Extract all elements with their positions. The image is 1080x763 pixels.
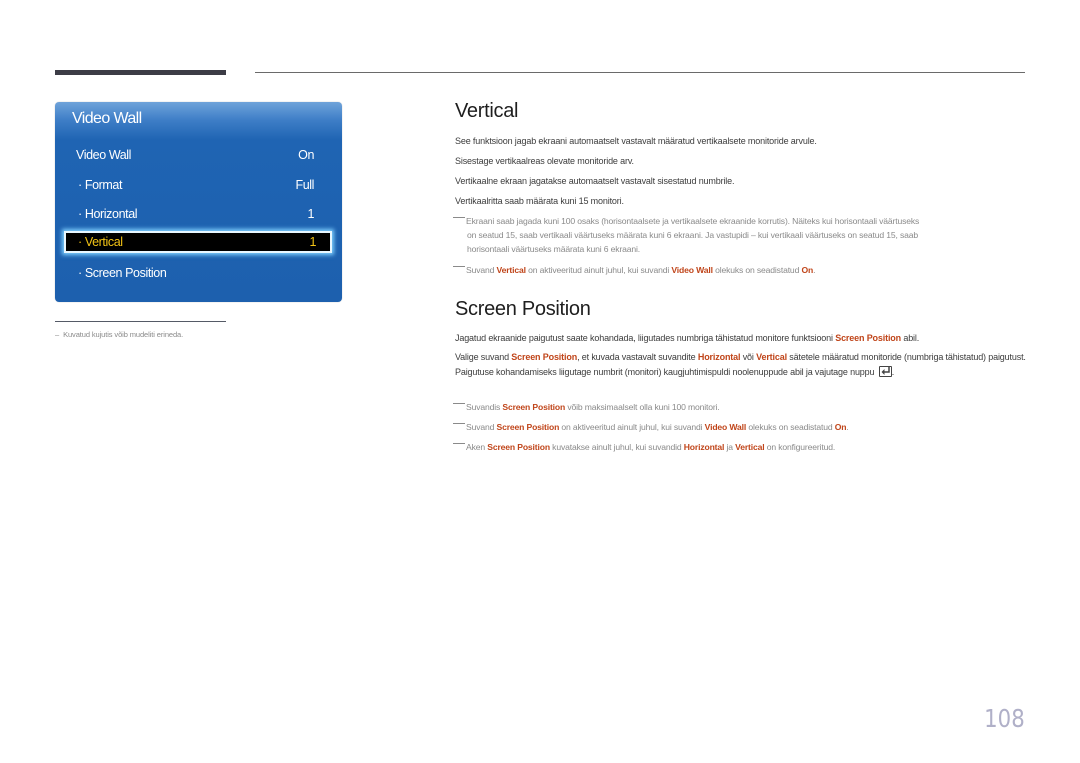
note-text: Ekraani saab jagada kuni 100 osaks (hori…: [466, 216, 920, 226]
highlight-term: On: [834, 422, 847, 432]
text: , et kuvada vastavalt suvandite: [577, 352, 698, 362]
highlight-term: Screen Position: [487, 442, 550, 452]
section-heading-screen-position: Screen Position: [455, 298, 591, 320]
osd-item-label: Vertical: [76, 235, 123, 249]
note-text: .: [813, 265, 816, 275]
highlight-term: Screen Position: [835, 333, 901, 343]
note-dash-icon: [453, 217, 465, 218]
osd-item-video-wall: Video Wall On: [76, 145, 316, 165]
video-wall-osd-menu: Video Wall Video Wall On Format Full Hor…: [55, 102, 342, 302]
note-text: olekuks on seadistatud: [712, 265, 802, 275]
note-text: Suvandis: [466, 402, 503, 412]
paragraph: Vertikaalritta saab määrata kuni 15 moni…: [455, 196, 624, 206]
footnote-divider: [55, 321, 226, 322]
highlight-term: Horizontal: [697, 352, 741, 362]
osd-item-value: 1: [309, 235, 316, 249]
highlight-term: Screen Position: [511, 352, 578, 362]
paragraph: See funktsioon jagab ekraani automaatsel…: [455, 136, 817, 146]
osd-title: Video Wall: [72, 110, 142, 127]
note-text: kuvatakse ainult juhul, kui suvandid: [549, 442, 684, 452]
osd-item-vertical: Vertical 1: [76, 233, 318, 251]
note-text: Kuvatud kujutis võib mudeliti erineda.: [63, 330, 184, 339]
osd-item-format: Format Full: [76, 175, 316, 195]
text: abil.: [901, 333, 920, 343]
header-rule-thick: [55, 70, 226, 75]
text: Valige suvand: [455, 352, 512, 362]
note-dash-icon: [453, 403, 465, 404]
highlight-term: Video Wall: [704, 422, 747, 432]
note-dash-icon: [453, 443, 465, 444]
note-max-monitors: Suvandis Screen Position võib maksimaals…: [453, 400, 1013, 414]
note-dash-icon: [453, 423, 465, 424]
osd-item-label: Video Wall: [76, 148, 132, 162]
highlight-term: Screen Position: [502, 402, 566, 412]
osd-item-horizontal: Horizontal 1: [76, 204, 316, 224]
note-text: .: [846, 422, 849, 432]
osd-item-value: 1: [307, 207, 314, 221]
highlight-term: Vertical: [756, 352, 787, 362]
note-text: Suvand: [466, 265, 497, 275]
paragraph: Vertikaalne ekraan jagatakse automaatsel…: [455, 176, 735, 186]
note-text: Suvand: [466, 422, 497, 432]
paragraph: Jagatud ekraanide paigutust saate kohand…: [455, 333, 919, 343]
note-text: ja: [724, 442, 736, 452]
highlight-term: Video Wall: [671, 265, 713, 275]
highlight-term: On: [801, 265, 814, 275]
enter-icon: [878, 365, 892, 377]
note-split-limit: Ekraani saab jagada kuni 100 osaks (hori…: [453, 214, 1013, 256]
text: .: [891, 366, 895, 377]
note-screen-position-activation: Suvand Screen Position on aktiveeritud a…: [453, 420, 1013, 434]
note-dash: –: [55, 330, 60, 339]
highlight-term: Screen Position: [496, 422, 560, 432]
osd-item-screen-position: Screen Position: [76, 263, 316, 283]
osd-selection-highlight: Vertical 1: [64, 231, 332, 253]
note-screen-position-window: Aken Screen Position kuvatakse ainult ju…: [453, 440, 1013, 454]
note-text: horisontaali väärtuseks määrata kuni 6 e…: [467, 244, 641, 254]
note-text: on konfigureeritud.: [764, 442, 836, 452]
page-number: 108: [984, 704, 1025, 733]
osd-item-label: Horizontal: [76, 207, 138, 221]
paragraph: Valige suvand Screen Position, et kuvada…: [455, 350, 1027, 379]
osd-item-value: On: [298, 148, 314, 162]
section-heading-vertical: Vertical: [455, 100, 519, 122]
highlight-term: Horizontal: [683, 442, 725, 452]
image-disclaimer-note: – Kuvatud kujutis võib mudeliti erineda.: [55, 330, 183, 339]
osd-item-label: Format: [76, 178, 123, 192]
text: või: [740, 352, 757, 362]
note-dash-icon: [453, 266, 465, 267]
paragraph: Sisestage vertikaalreas olevate monitori…: [455, 156, 634, 166]
note-text: on aktiveeritud ainult juhul, kui suvand…: [559, 422, 705, 432]
highlight-term: Vertical: [735, 442, 765, 452]
highlight-term: Vertical: [496, 265, 526, 275]
note-text: on seatud 15, saab vertikaali väärtuseks…: [467, 230, 918, 240]
note-text: on aktiveeritud ainult juhul, kui suvand…: [525, 265, 672, 275]
note-vertical-activation: Suvand Vertical on aktiveeritud ainult j…: [453, 263, 1013, 277]
note-text: võib maksimaalselt olla kuni 100 monitor…: [565, 402, 720, 412]
text: Jagatud ekraanide paigutust saate kohand…: [455, 333, 836, 343]
header-rule-thin: [255, 72, 1025, 73]
note-text: olekuks on seadistatud: [746, 422, 835, 432]
osd-item-value: Full: [295, 178, 314, 192]
note-text: Aken: [466, 442, 488, 452]
osd-item-label: Screen Position: [76, 266, 167, 280]
